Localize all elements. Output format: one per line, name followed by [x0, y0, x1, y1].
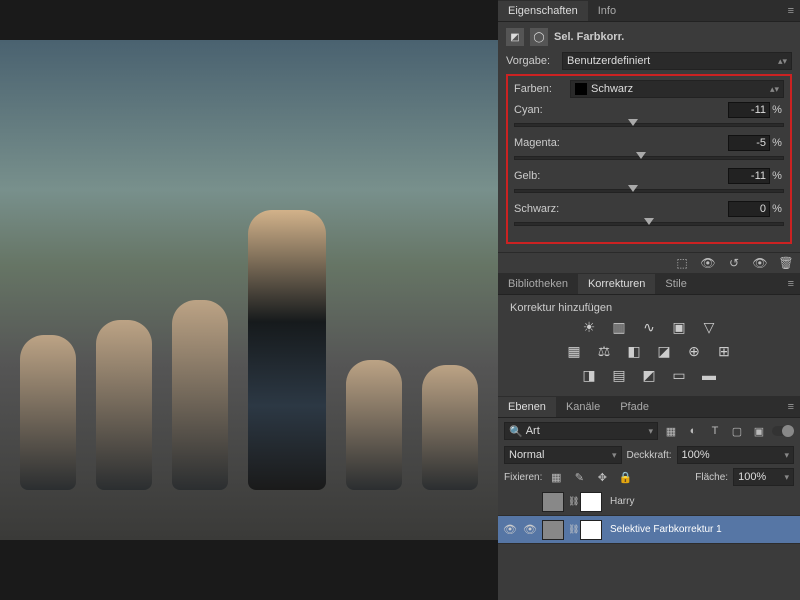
visibility-toggle-icon[interactable]: 👁: [502, 523, 518, 536]
panel-menu-icon[interactable]: ≡: [782, 278, 800, 290]
opacity-label: Deckkraft:: [627, 450, 672, 461]
adjustment-title: Sel. Farbkorr.: [554, 31, 624, 43]
slider-track[interactable]: [514, 189, 784, 193]
percent-label: %: [770, 170, 784, 182]
panel-menu-icon[interactable]: ≡: [782, 401, 800, 413]
bw-icon[interactable]: ◧: [624, 342, 644, 360]
vibrance-icon[interactable]: ▽: [699, 318, 719, 336]
tab-bibliotheken[interactable]: Bibliotheken: [498, 274, 578, 294]
tab-ebenen[interactable]: Ebenen: [498, 397, 556, 417]
color-balance-icon[interactable]: ⚖: [594, 342, 614, 360]
mask-icon: ◯: [530, 28, 548, 46]
filter-type-icon[interactable]: T: [706, 423, 724, 439]
tab-kanaele[interactable]: Kanäle: [556, 397, 610, 417]
toggle-visibility-icon[interactable]: 👁: [752, 256, 768, 270]
filter-shape-icon[interactable]: ▢: [728, 423, 746, 439]
link-icon[interactable]: ⛓: [568, 496, 576, 507]
exposure-icon[interactable]: ▣: [669, 318, 689, 336]
colors-label: Farben:: [514, 83, 564, 95]
reset-icon[interactable]: ↺: [726, 256, 742, 270]
selective-color-icon[interactable]: ▬: [699, 366, 719, 384]
percent-label: %: [770, 104, 784, 116]
lock-all-icon[interactable]: 🔒: [616, 469, 634, 485]
tab-pfade[interactable]: Pfade: [610, 397, 659, 417]
tab-eigenschaften[interactable]: Eigenschaften: [498, 1, 588, 21]
percent-label: %: [770, 203, 784, 215]
filter-adjust-icon[interactable]: ◐: [684, 423, 702, 439]
slider-track[interactable]: [514, 123, 784, 127]
preset-select[interactable]: Benutzerdefiniert▴▾: [562, 52, 792, 70]
adjustment-type-icon: ◩: [506, 28, 524, 46]
percent-label: %: [770, 137, 784, 149]
slider-label: Magenta:: [514, 137, 728, 149]
layer-thumbnail[interactable]: [542, 492, 564, 512]
filter-smart-icon[interactable]: ▣: [750, 423, 768, 439]
photo-filter-icon[interactable]: ◪: [654, 342, 674, 360]
posterize-icon[interactable]: ▤: [609, 366, 629, 384]
curves-icon[interactable]: ∿: [639, 318, 659, 336]
properties-tabbar: Eigenschaften Info ≡: [498, 0, 800, 22]
invert-icon[interactable]: ◨: [579, 366, 599, 384]
lock-pixels-icon[interactable]: ▦: [547, 469, 565, 485]
colors-select[interactable]: Schwarz ▴▾: [570, 80, 784, 98]
layer-name[interactable]: Selektive Farbkorrektur 1: [606, 524, 796, 535]
levels-icon[interactable]: ▥: [609, 318, 629, 336]
slider-thumb[interactable]: [644, 218, 654, 225]
layer-mask-thumbnail[interactable]: [580, 492, 602, 512]
gradient-map-icon[interactable]: ▭: [669, 366, 689, 384]
layers-tabbar: Ebenen Kanäle Pfade ≡: [498, 396, 800, 418]
layer-thumbnail[interactable]: [542, 520, 564, 540]
color-lookup-icon[interactable]: ⊞: [714, 342, 734, 360]
blend-mode-select[interactable]: Normal▾: [504, 446, 622, 464]
lock-position-icon[interactable]: ✥: [593, 469, 611, 485]
slider-value-input[interactable]: [728, 168, 770, 184]
color-swatch-black: [575, 83, 587, 95]
slider-value-input[interactable]: [728, 201, 770, 217]
layer-name[interactable]: Harry: [606, 496, 796, 507]
slider-label: Schwarz:: [514, 203, 728, 215]
layer-filter-select[interactable]: 🔍Art▾: [504, 422, 658, 440]
slider-value-input[interactable]: [728, 135, 770, 151]
panel-menu-icon[interactable]: ≡: [782, 5, 800, 17]
channel-mixer-icon[interactable]: ⊕: [684, 342, 704, 360]
layer-item[interactable]: ⛓ Harry: [498, 488, 800, 516]
slider-label: Gelb:: [514, 170, 728, 182]
corrections-tabbar: Bibliotheken Korrekturen Stile ≡: [498, 273, 800, 295]
layer-mask-thumbnail[interactable]: [580, 520, 602, 540]
tab-info[interactable]: Info: [588, 1, 626, 21]
lock-label: Fixieren:: [504, 472, 542, 483]
tab-stile[interactable]: Stile: [655, 274, 696, 294]
slider-thumb[interactable]: [628, 119, 638, 126]
document-image[interactable]: [0, 40, 498, 540]
lock-image-icon[interactable]: ✎: [570, 469, 588, 485]
fx-indicator-icon[interactable]: 👁: [522, 523, 538, 536]
link-icon[interactable]: ⛓: [568, 524, 576, 535]
highlighted-region: Farben: Schwarz ▴▾ Cyan:% Magenta:% Gelb:%…: [506, 74, 792, 244]
slider-track[interactable]: [514, 222, 784, 226]
slider-thumb[interactable]: [628, 185, 638, 192]
canvas-area: [0, 0, 498, 600]
filter-toggle[interactable]: [772, 426, 794, 436]
delete-adjustment-icon[interactable]: 🗑: [778, 256, 794, 270]
fill-label: Fläche:: [695, 472, 728, 483]
view-previous-icon[interactable]: 👁: [700, 256, 716, 270]
slider-value-input[interactable]: [728, 102, 770, 118]
hue-sat-icon[interactable]: ▦: [564, 342, 584, 360]
layer-item[interactable]: 👁 👁 ⛓ Selektive Farbkorrektur 1: [498, 516, 800, 544]
threshold-icon[interactable]: ◩: [639, 366, 659, 384]
add-correction-label: Korrektur hinzufügen: [510, 302, 788, 314]
brightness-contrast-icon[interactable]: ☀: [579, 318, 599, 336]
preset-label: Vorgabe:: [506, 55, 556, 67]
layer-list: ⛓ Harry 👁 👁 ⛓ Selektive Farbkorrektur 1: [498, 488, 800, 544]
opacity-input[interactable]: 100%▾: [677, 446, 795, 464]
slider-track[interactable]: [514, 156, 784, 160]
filter-pixel-icon[interactable]: ▦: [662, 423, 680, 439]
properties-footer: ⬚ 👁 ↺ 👁 🗑: [498, 252, 800, 273]
tab-korrekturen[interactable]: Korrekturen: [578, 274, 655, 294]
slider-thumb[interactable]: [636, 152, 646, 159]
fill-input[interactable]: 100%▾: [733, 468, 794, 486]
slider-label: Cyan:: [514, 104, 728, 116]
clip-to-layer-icon[interactable]: ⬚: [674, 256, 690, 270]
